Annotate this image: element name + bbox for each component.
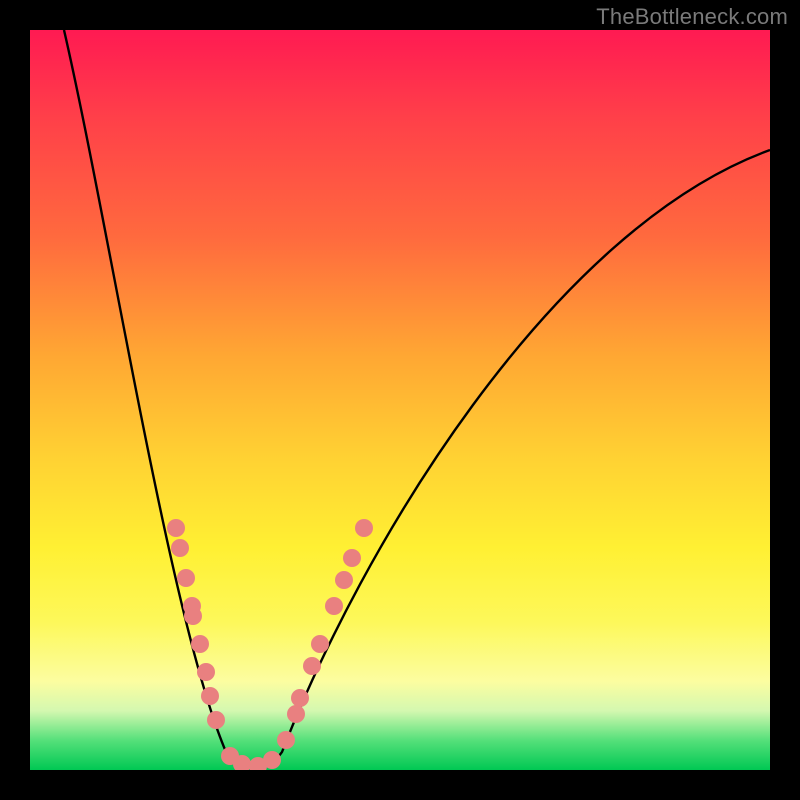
marker-dot (277, 731, 295, 749)
watermark-text: TheBottleneck.com (596, 4, 788, 30)
plot-area (30, 30, 770, 770)
marker-dot (325, 597, 343, 615)
marker-dot (311, 635, 329, 653)
marker-dot (207, 711, 225, 729)
marker-dot (287, 705, 305, 723)
marker-dot (167, 519, 185, 537)
chart-frame: TheBottleneck.com (0, 0, 800, 800)
marker-dot (191, 635, 209, 653)
marker-dot (201, 687, 219, 705)
marker-dot (291, 689, 309, 707)
marker-dot (171, 539, 189, 557)
marker-dot (184, 607, 202, 625)
marker-dot (263, 751, 281, 769)
marker-dot (355, 519, 373, 537)
marker-dot (303, 657, 321, 675)
marker-dot (335, 571, 353, 589)
marker-dot (197, 663, 215, 681)
bottleneck-curve (64, 30, 770, 766)
marker-dot (177, 569, 195, 587)
marker-dot (343, 549, 361, 567)
curve-layer (30, 30, 770, 770)
